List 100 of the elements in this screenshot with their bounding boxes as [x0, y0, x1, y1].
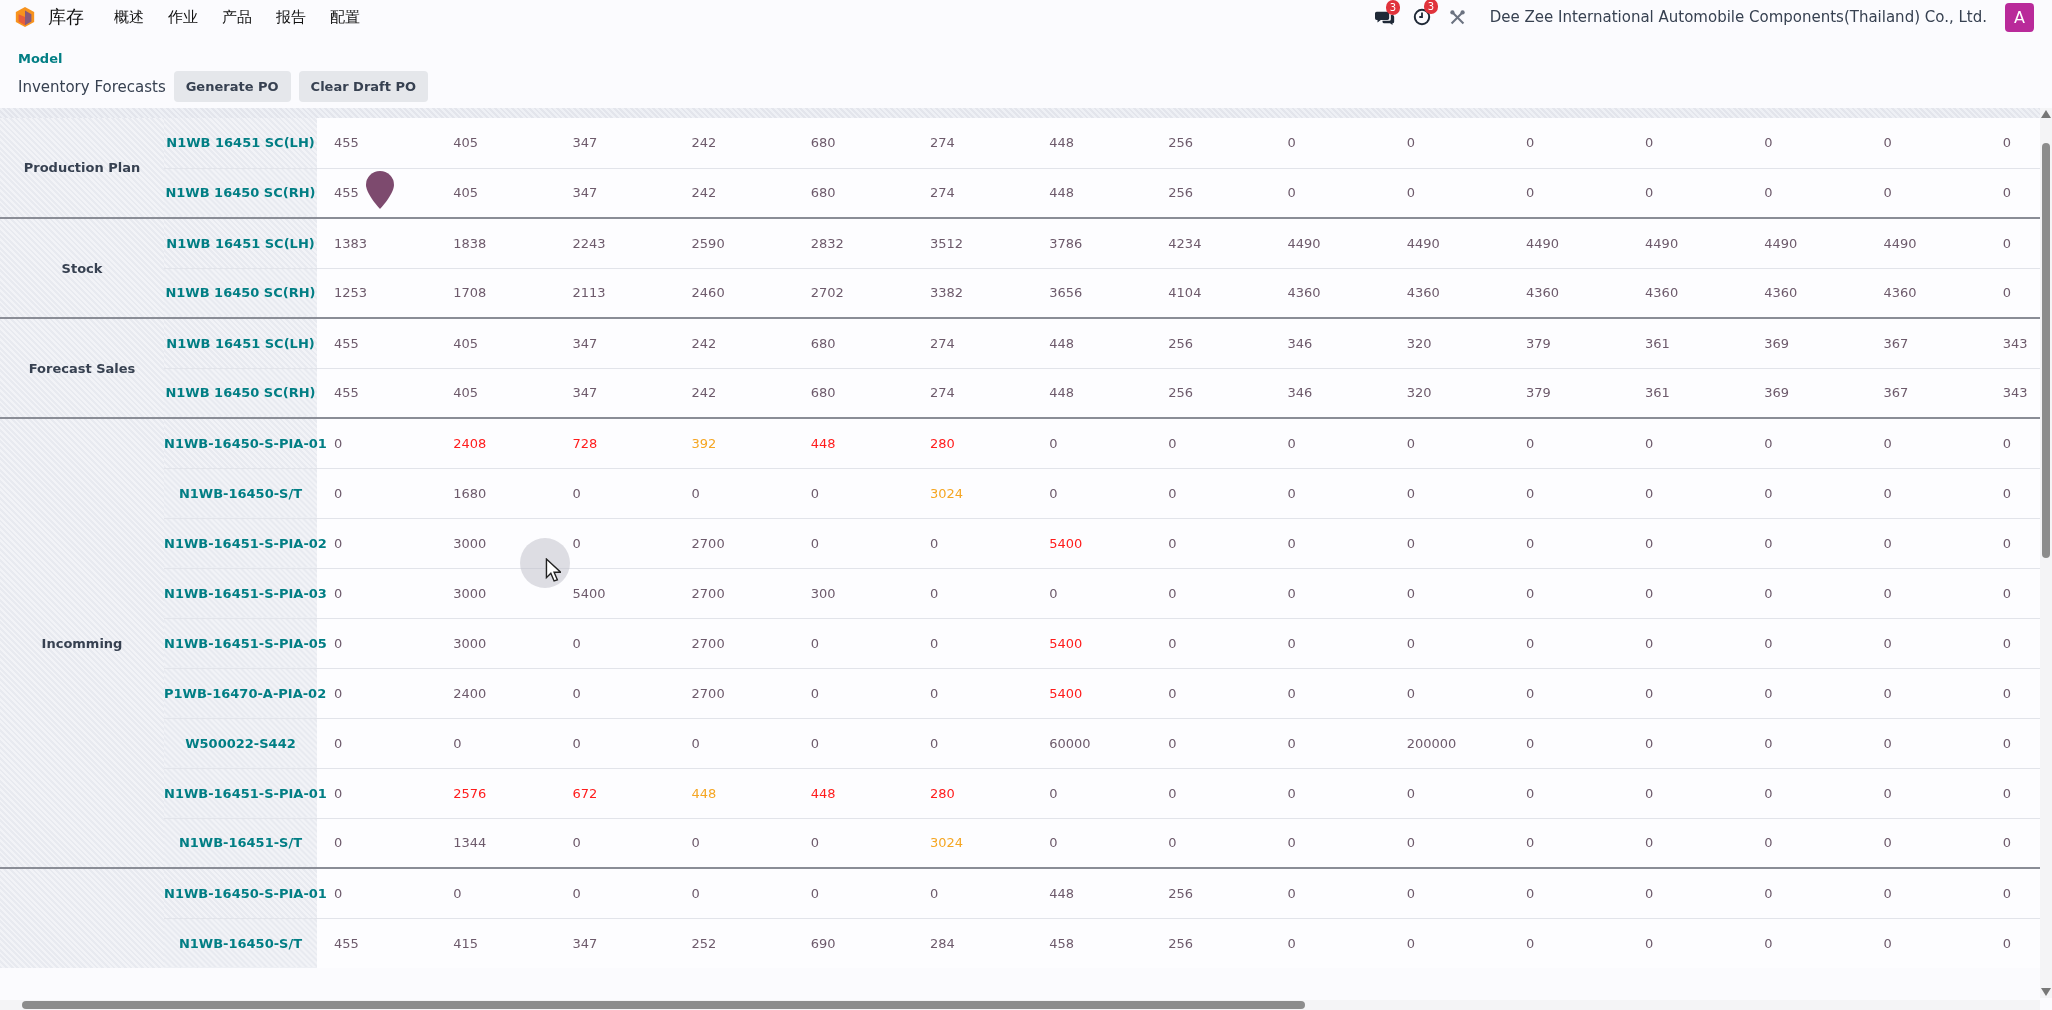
quantity-value: 2243 — [572, 235, 606, 251]
quantity-value: 0 — [334, 585, 343, 601]
quantity-value: 3024 — [929, 485, 964, 501]
quantity-value: 4490 — [1287, 235, 1321, 251]
quantity-value: 405 — [453, 385, 478, 401]
quantity-value: 448 — [1049, 135, 1074, 151]
quantity-value: 0 — [810, 635, 820, 651]
quantity-value: 242 — [691, 185, 717, 201]
quantity-value: 0 — [1525, 585, 1535, 601]
quantity-value: 458 — [1049, 935, 1074, 951]
quantity-value: 0 — [1287, 885, 1296, 901]
quantity-value: 347 — [572, 135, 598, 151]
quantity-value: 392 — [691, 435, 717, 451]
scroll-down-icon[interactable] — [2041, 988, 2051, 996]
app-name[interactable]: 库存 — [48, 5, 84, 29]
quantity-value: 0 — [1287, 185, 1296, 201]
vertical-scrollbar-thumb[interactable] — [2042, 143, 2050, 558]
quantity-value: 0 — [572, 535, 581, 551]
quantity-value: 1680 — [453, 485, 487, 501]
action-button[interactable]: Clear Draft PO — [298, 71, 429, 102]
quantity-value: 0 — [572, 685, 581, 701]
quantity-value: 0 — [572, 485, 581, 501]
quantity-value: 0 — [1287, 485, 1296, 501]
product-label: P1WB-16470-A-PIA-02 — [164, 685, 327, 701]
quantity-value: 5400 — [1049, 685, 1083, 701]
quantity-value: 274 — [929, 135, 955, 151]
tools-icon[interactable] — [1448, 8, 1466, 26]
quantity-value: 0 — [2002, 235, 2011, 251]
quantity-value: 0 — [810, 835, 820, 851]
quantity-value: 0 — [1406, 585, 1415, 601]
quantity-value: 0 — [1525, 135, 1535, 151]
quantity-value: 0 — [1645, 585, 1654, 601]
quantity-value: 0 — [1168, 485, 1177, 501]
quantity-value: 2700 — [691, 535, 725, 551]
menu-item[interactable]: 作业 — [156, 7, 210, 27]
clock-icon[interactable] — [1412, 8, 1431, 26]
breadcrumb-link[interactable]: Model — [18, 51, 63, 66]
quantity-value: 0 — [1168, 535, 1177, 551]
quantity-value: 4360 — [1645, 285, 1679, 301]
quantity-value: 274 — [929, 335, 955, 351]
product-label: N1WB-16450-S-PIA-01 — [164, 885, 327, 901]
quantity-value: 367 — [1883, 335, 1909, 351]
quantity-value: 343 — [2002, 335, 2028, 351]
company-name[interactable]: Dee Zee International Automobile Components(Thailand) Co., Ltd. — [1489, 8, 1987, 26]
quantity-value: 0 — [2002, 585, 2011, 601]
app-logo-icon[interactable] — [14, 5, 36, 29]
action-button[interactable]: Generate PO — [173, 71, 291, 102]
quantity-value: 0 — [1764, 735, 1773, 751]
quantity-value: 0 — [1406, 935, 1415, 951]
quantity-value: 242 — [691, 335, 717, 351]
quantity-value: 0 — [1406, 835, 1415, 851]
quantity-value: 455 — [334, 335, 359, 351]
quantity-value: 2576 — [453, 785, 487, 801]
quantity-value: 0 — [1406, 785, 1415, 801]
menu-item[interactable]: 产品 — [210, 7, 264, 27]
group-label: Incomming — [41, 635, 123, 651]
horizontal-scrollbar-thumb[interactable] — [22, 1001, 1305, 1009]
quantity-value: 0 — [334, 885, 343, 901]
quantity-value: 0 — [1764, 935, 1773, 951]
quantity-value: 60000 — [1049, 735, 1091, 751]
quantity-value: 4490 — [1883, 235, 1917, 251]
menu-item[interactable]: 报告 — [264, 7, 318, 27]
quantity-value: 0 — [2002, 635, 2011, 651]
quantity-value: 0 — [929, 685, 939, 701]
quantity-value: 300 — [810, 585, 836, 601]
quantity-value: 0 — [2002, 435, 2011, 451]
quantity-value: 1708 — [453, 285, 487, 301]
quantity-value: 4360 — [1883, 285, 1917, 301]
quantity-value: 0 — [1168, 635, 1177, 651]
quantity-value: 0 — [929, 735, 939, 751]
quantity-value: 0 — [1168, 735, 1177, 751]
menu-item[interactable]: 配置 — [318, 7, 372, 27]
quantity-value: 0 — [1645, 535, 1654, 551]
menu-item[interactable]: 概述 — [102, 7, 156, 27]
quantity-value: 4360 — [1525, 285, 1559, 301]
product-label: N1WB-16450-S-PIA-01 — [164, 435, 327, 451]
quantity-value: 347 — [572, 935, 598, 951]
scroll-up-icon[interactable] — [2041, 110, 2051, 118]
quantity-value: 343 — [2002, 385, 2028, 401]
quantity-value: 379 — [1525, 335, 1551, 351]
quantity-value: 0 — [1406, 185, 1415, 201]
quantity-value: 0 — [2002, 135, 2011, 151]
quantity-value: 347 — [572, 185, 598, 201]
quantity-value: 0 — [1764, 785, 1773, 801]
quantity-value: 0 — [334, 835, 343, 851]
product-label: N1WB-16450-S/T — [178, 935, 303, 951]
quantity-value: 0 — [1883, 885, 1892, 901]
product-label: N1WB 16450 SC(RH) — [165, 285, 316, 301]
quantity-value: 369 — [1764, 385, 1790, 401]
quantity-value: 0 — [1764, 535, 1773, 551]
quantity-value: 0 — [1287, 535, 1296, 551]
quantity-value: 0 — [691, 485, 700, 501]
quantity-value: 415 — [453, 935, 478, 951]
quantity-value: 4490 — [1406, 235, 1440, 251]
quantity-value: 0 — [1645, 785, 1654, 801]
quantity-value: 0 — [453, 885, 462, 901]
quantity-value: 4490 — [1525, 235, 1559, 251]
user-avatar[interactable]: A — [2005, 2, 2034, 32]
quantity-value: 0 — [810, 685, 820, 701]
quantity-value: 0 — [334, 685, 343, 701]
